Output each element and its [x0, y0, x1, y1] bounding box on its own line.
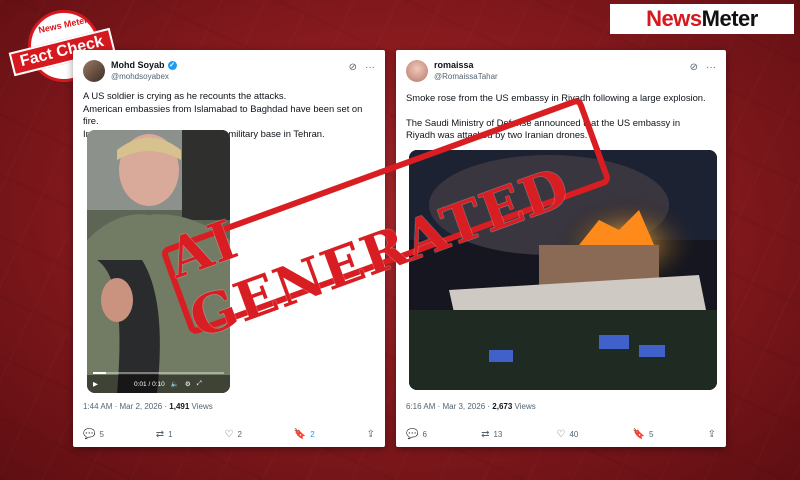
like-count: 40 [569, 429, 579, 439]
tweet-timestamp[interactable]: 1:44 AM · Mar 2, 2026 · [83, 402, 169, 411]
user-handle[interactable]: @RomaissaTahar [434, 72, 498, 81]
views-count: 1,491 [169, 402, 190, 411]
video-progress[interactable] [93, 372, 224, 374]
settings-icon[interactable]: ⚙ [185, 380, 191, 388]
repost-count: 13 [493, 429, 503, 439]
tweet-actions: 💬 5 ⇄ 1 ♡ 2 🔖 2 ⇪ [83, 427, 375, 441]
repost-button[interactable]: ⇄ 13 [481, 429, 502, 440]
user-handle[interactable]: @mohdsoyabex [111, 72, 169, 81]
share-button[interactable]: ⇪ [367, 429, 375, 440]
more-icon[interactable]: ··· [365, 62, 375, 73]
tweet-header: Mohd Soyab ✓ @mohdsoyabex ⊘ ··· [83, 58, 375, 84]
tweet-timestamp[interactable]: 6:16 AM · Mar 3, 2026 · [406, 402, 492, 411]
video-controls: ▶ 0:01 / 0:10 🔈 ⚙ ⤢ [87, 375, 230, 393]
bookmark-button[interactable]: 🔖 5 [633, 429, 654, 440]
tweet-meta: 6:16 AM · Mar 3, 2026 · 2,673 Views [406, 402, 536, 411]
like-button[interactable]: ♡ 40 [557, 429, 579, 440]
newsmeter-logo: News Meter [610, 4, 794, 34]
like-icon: ♡ [224, 428, 234, 440]
user-name[interactable]: romaissa [434, 60, 474, 70]
reply-count: 6 [422, 429, 427, 439]
grok-icon[interactable]: ⊘ [690, 62, 698, 73]
tweet-line: A US soldier is crying as he recounts th… [83, 90, 287, 101]
tweet-meta: 1:44 AM · Mar 2, 2026 · 1,491 Views [83, 402, 213, 411]
reply-button[interactable]: 💬 6 [406, 429, 427, 440]
play-icon[interactable]: ▶ [93, 380, 98, 388]
volume-icon[interactable]: 🔈 [171, 380, 179, 388]
video-time: 0:01 / 0:10 [134, 380, 165, 388]
reply-button[interactable]: 💬 5 [83, 429, 104, 440]
avatar[interactable] [406, 60, 428, 82]
repost-icon: ⇄ [481, 428, 490, 440]
tweet-actions: 💬 6 ⇄ 13 ♡ 40 🔖 5 ⇪ [406, 427, 716, 441]
grok-icon[interactable]: ⊘ [349, 62, 357, 73]
reply-icon: 💬 [83, 428, 96, 440]
bookmark-button[interactable]: 🔖 2 [294, 429, 315, 440]
views-label: Views [512, 402, 536, 411]
bookmark-count: 5 [649, 429, 654, 439]
views-count: 2,673 [492, 402, 513, 411]
repost-icon: ⇄ [155, 428, 165, 440]
like-count: 2 [237, 429, 242, 439]
repost-button[interactable]: ⇄ 1 [156, 429, 173, 440]
like-icon: ♡ [556, 428, 566, 440]
avatar[interactable] [83, 60, 105, 82]
verified-icon: ✓ [167, 61, 177, 71]
reply-icon: 💬 [406, 428, 419, 440]
tweet-line: American embassies from Islamabad to Bag… [83, 102, 363, 127]
share-icon: ⇪ [707, 428, 716, 440]
user-name[interactable]: Mohd Soyab ✓ [111, 60, 177, 71]
bookmark-icon: 🔖 [293, 428, 307, 440]
bookmark-icon: 🔖 [632, 428, 645, 440]
reply-count: 5 [99, 429, 104, 439]
views-label: Views [189, 402, 213, 411]
fullscreen-icon[interactable]: ⤢ [197, 380, 202, 388]
more-icon[interactable]: ··· [706, 62, 716, 73]
bookmark-count: 2 [310, 429, 315, 439]
share-icon: ⇪ [366, 428, 375, 440]
share-button[interactable]: ⇪ [708, 429, 716, 440]
like-button[interactable]: ♡ 2 [225, 429, 242, 440]
repost-count: 1 [168, 429, 173, 439]
tweet-header: romaissa @RomaissaTahar ⊘ ··· [406, 58, 716, 84]
